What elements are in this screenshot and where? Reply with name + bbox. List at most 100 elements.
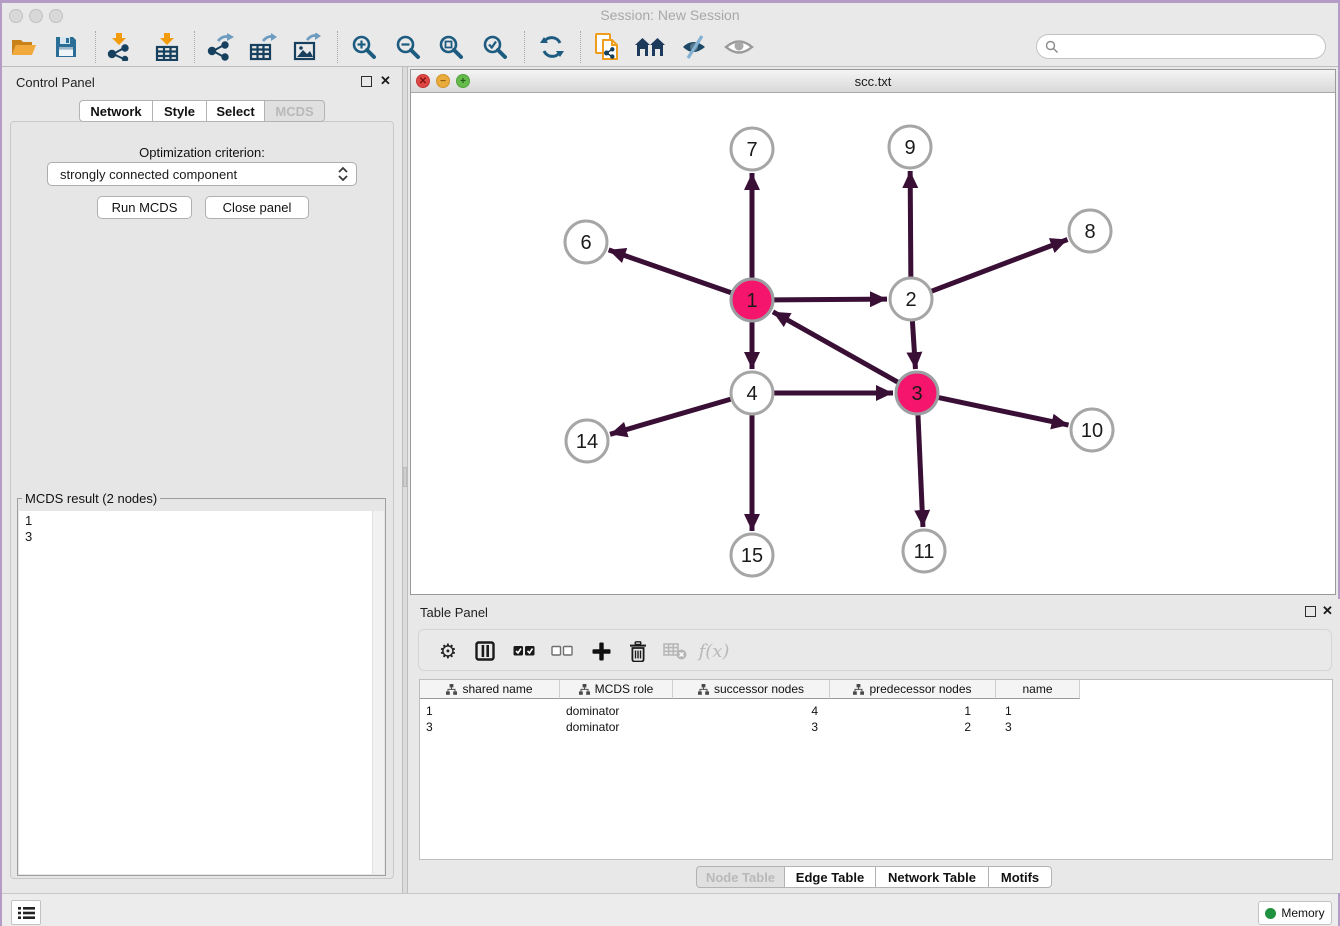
tab-select[interactable]: Select	[207, 100, 265, 122]
delete-column-button[interactable]	[621, 634, 655, 668]
table-cell[interactable]: 3	[673, 719, 818, 735]
table-toolbar: ⚙	[418, 629, 1332, 671]
table-cell[interactable]: dominator	[566, 719, 671, 735]
node-label-2: 2	[905, 289, 916, 311]
control-panel-tabs: Network Style Select MCDS	[79, 100, 325, 122]
duplicate-network-button[interactable]	[590, 30, 624, 64]
column-header-mcds-role[interactable]: MCDS role	[560, 680, 673, 699]
table-cell[interactable]: 3	[1005, 719, 1075, 735]
search-icon	[1045, 40, 1059, 54]
close-panel-button[interactable]: Close panel	[205, 196, 309, 219]
tab-style[interactable]: Style	[153, 100, 207, 122]
shared-column-icon	[698, 684, 709, 695]
table-cell[interactable]: 1	[1005, 703, 1075, 719]
edge-4-14[interactable]	[610, 399, 731, 434]
function-builder-button[interactable]: f(x)	[697, 634, 731, 668]
save-session-button[interactable]	[49, 30, 83, 64]
result-scrollbar[interactable]	[372, 511, 384, 874]
table-panel-header: Table Panel ✕	[408, 599, 1340, 629]
memory-label: Memory	[1281, 906, 1324, 920]
checked-boxes-icon	[513, 645, 535, 657]
import-table-button[interactable]	[150, 30, 184, 64]
network-canvas[interactable]: 7968124314101511	[411, 93, 1335, 594]
control-panel-close-icon[interactable]: ✕	[380, 73, 391, 89]
table-cell[interactable]: 2	[830, 719, 971, 735]
network-window-titlebar[interactable]: ✕ − + scc.txt	[411, 70, 1335, 93]
edge-3-1[interactable]	[773, 312, 898, 382]
run-mcds-button[interactable]: Run MCDS	[97, 196, 192, 219]
show-eye-icon	[724, 36, 754, 58]
node-label-14: 14	[576, 431, 598, 453]
criterion-dropdown[interactable]: strongly connected component	[47, 162, 357, 186]
app-title: Session: New Session	[2, 7, 1338, 23]
search-input[interactable]	[1036, 34, 1326, 59]
task-history-button[interactable]	[11, 900, 41, 925]
edge-2-9[interactable]	[910, 171, 911, 277]
refresh-view-button[interactable]	[535, 30, 569, 64]
node-label-8: 8	[1084, 221, 1095, 243]
edge-1-2[interactable]	[774, 299, 887, 300]
column-header-shared-name[interactable]: shared name	[420, 680, 560, 699]
select-all-columns-button[interactable]	[507, 634, 541, 668]
table-cell[interactable]: 1	[830, 703, 971, 719]
table-cell[interactable]: 3	[426, 719, 556, 735]
node-label-11: 11	[914, 541, 935, 563]
tab-network[interactable]: Network	[79, 100, 153, 122]
memory-button[interactable]: Memory	[1258, 901, 1332, 925]
tab-mcds[interactable]: MCDS	[265, 100, 325, 122]
edge-2-3[interactable]	[912, 321, 915, 369]
splitter-handle[interactable]	[403, 467, 407, 487]
control-panel-float-icon[interactable]	[361, 76, 372, 87]
status-bar: Memory	[2, 893, 1338, 926]
import-network-button[interactable]	[102, 30, 136, 64]
control-panel-title: Control Panel	[16, 75, 95, 90]
node-label-1: 1	[746, 290, 757, 312]
tab-edge-table[interactable]: Edge Table	[785, 866, 876, 888]
hide-selected-button[interactable]	[677, 30, 711, 64]
result-item[interactable]: 1	[25, 513, 384, 529]
zoom-selected-button[interactable]	[478, 30, 512, 64]
shared-column-icon	[446, 684, 457, 695]
app-titlebar: Session: New Session	[2, 3, 1338, 28]
main-toolbar	[2, 28, 1338, 67]
tab-motifs[interactable]: Motifs	[989, 866, 1052, 888]
result-item[interactable]: 3	[25, 529, 384, 545]
table-cell[interactable]: 1	[426, 703, 556, 719]
list-icon	[18, 906, 35, 920]
create-column-button[interactable]	[584, 634, 618, 668]
zoom-out-button[interactable]	[391, 30, 425, 64]
export-network-button[interactable]	[203, 30, 237, 64]
edge-2-8[interactable]	[932, 240, 1068, 292]
edge-1-6[interactable]	[609, 250, 732, 293]
node-label-10: 10	[1081, 420, 1103, 442]
column-header-successor-nodes[interactable]: successor nodes	[673, 680, 830, 699]
show-all-button[interactable]	[722, 30, 756, 64]
open-session-button[interactable]	[7, 30, 41, 64]
node-label-9: 9	[904, 137, 915, 159]
edge-3-10[interactable]	[939, 398, 1069, 425]
column-header-predecessor-nodes[interactable]: predecessor nodes	[830, 680, 996, 699]
export-table-button[interactable]	[246, 30, 280, 64]
tab-network-table[interactable]: Network Table	[876, 866, 989, 888]
export-image-button[interactable]	[290, 30, 324, 64]
zoom-in-button[interactable]	[347, 30, 381, 64]
zoom-fit-button[interactable]	[434, 30, 468, 64]
mcds-result-list[interactable]: 1 3	[19, 511, 384, 874]
table-cell[interactable]: dominator	[566, 703, 671, 719]
import-network-icon	[106, 33, 132, 61]
tab-node-table[interactable]: Node Table	[696, 866, 785, 888]
table-panel-float-icon[interactable]	[1305, 606, 1316, 617]
node-table[interactable]: shared name MCDS role successor nodes pr…	[419, 679, 1333, 860]
show-columns-button[interactable]	[468, 634, 502, 668]
table-panel-close-icon[interactable]: ✕	[1322, 603, 1333, 619]
unselect-all-columns-button[interactable]	[545, 634, 579, 668]
mcds-panel: Optimization criterion: strongly connect…	[10, 121, 394, 879]
edge-3-11[interactable]	[918, 415, 923, 527]
delete-table-button[interactable]	[658, 634, 692, 668]
node-label-7: 7	[746, 139, 757, 161]
network-overview-button[interactable]	[633, 30, 667, 64]
table-cell[interactable]: 4	[673, 703, 818, 719]
column-header-name[interactable]: name	[996, 680, 1080, 699]
table-settings-button[interactable]: ⚙	[431, 634, 465, 668]
network-graph[interactable]: 7968124314101511	[411, 93, 1335, 594]
